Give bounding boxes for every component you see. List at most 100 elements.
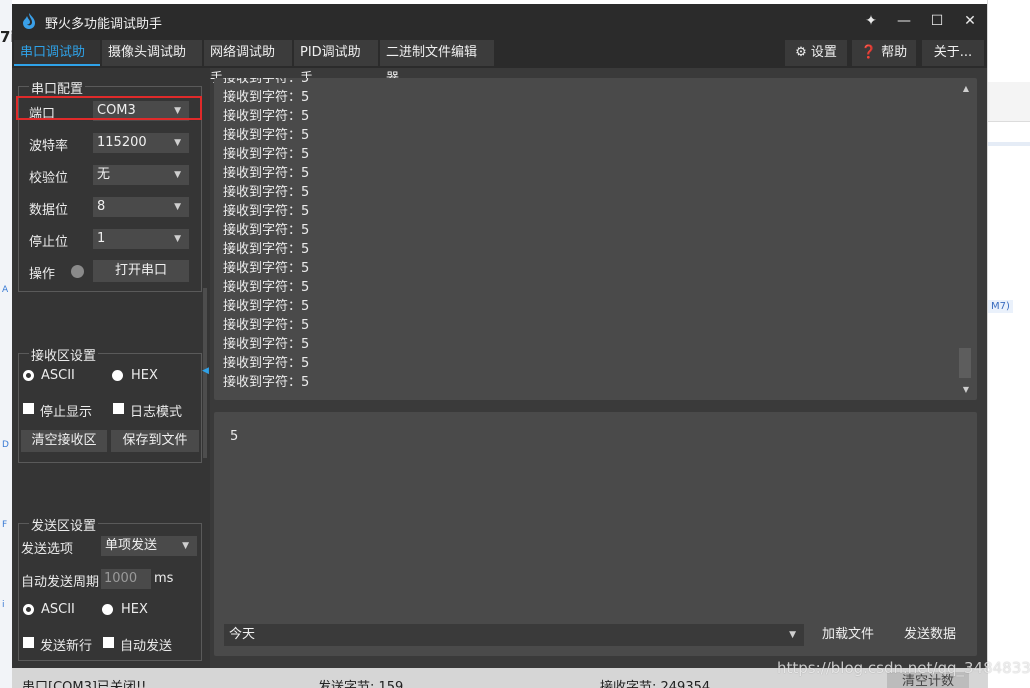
help-label: 帮助: [881, 45, 908, 60]
stop-display-checkbox[interactable]: [23, 403, 34, 414]
background-mark: F: [2, 520, 8, 530]
send-settings-title: 发送区设置: [29, 515, 99, 534]
send-ascii-label: ASCII: [41, 602, 75, 617]
window-title: 野火多功能调试助手: [45, 17, 163, 32]
left-settings-panel: 串口配置 端口 COM3 ▼ 波特率 115200 ▼ 校验位 无 ▼ 数据位 …: [12, 68, 210, 668]
send-ascii-radio[interactable]: [23, 604, 34, 615]
send-history-select[interactable]: 今天 ▼: [224, 624, 804, 646]
parity-label: 校验位: [29, 171, 69, 186]
receive-line: 接收到字符：5: [223, 280, 310, 295]
receive-line: 接收到字符：5: [223, 261, 310, 276]
log-mode-label: 日志模式: [130, 405, 183, 420]
help-icon: ❓: [860, 45, 878, 60]
background-right-text: M7): [988, 300, 1013, 313]
receive-text-area[interactable]: 接收到字符：5 接收到字符：5 接收到字符：5 接收到字符：5 接收到字符：5 接收到字符…: [214, 78, 977, 400]
baud-value: 115200: [97, 135, 147, 150]
receive-line: 接收到字符：5: [223, 90, 310, 105]
app-window: 野火多功能调试助手 ✦ — ☐ ✕ 串口调试助手 摄像头调试助手 网络调试助手 …: [12, 4, 987, 688]
recv-hex-radio[interactable]: [112, 370, 123, 381]
serial-config-title: 串口配置: [29, 78, 86, 97]
receive-settings-title: 接收区设置: [29, 345, 99, 364]
background-divider: [988, 142, 1030, 146]
clear-receive-button[interactable]: 清空接收区: [21, 430, 107, 452]
stopbits-select[interactable]: 1 ▼: [93, 229, 189, 249]
title-bar[interactable]: 野火多功能调试助手 ✦ — ☐ ✕: [12, 4, 987, 38]
settings-button[interactable]: ⚙ 设置: [785, 40, 847, 66]
send-newline-checkbox[interactable]: [23, 637, 34, 648]
tab-network-debug[interactable]: 网络调试助手: [204, 40, 292, 86]
collapse-arrow-icon[interactable]: ◀: [202, 366, 209, 376]
databits-value: 8: [97, 199, 106, 214]
auto-period-label: 自动发送周期: [21, 575, 100, 590]
background-desktop-right: M7): [987, 0, 1030, 688]
background-mark: D: [2, 440, 9, 450]
databits-select[interactable]: 8 ▼: [93, 197, 189, 217]
baud-label: 波特率: [29, 139, 69, 154]
gear-icon: ⚙: [795, 45, 807, 60]
receive-lines: 接收到字符：5 接收到字符：5 接收到字符：5 接收到字符：5 接收到字符：5 接收到字符…: [223, 78, 309, 392]
send-hex-radio[interactable]: [102, 604, 113, 615]
watermark-text: https://blog.csdn.net/qq_34848334: [777, 659, 1030, 677]
port-highlight-annotation: [16, 96, 202, 120]
tab-pid-debug[interactable]: PID调试助手: [294, 40, 378, 86]
receive-scrollbar-thumb[interactable]: [959, 348, 971, 378]
send-option-label: 发送选项: [21, 542, 74, 557]
receive-line: 接收到字符：5: [223, 337, 310, 352]
receive-line: 接收到字符：5: [223, 356, 310, 371]
send-option-select[interactable]: 单项发送 ▼: [101, 536, 197, 556]
stopbits-value: 1: [97, 231, 106, 246]
tab-binary-editor[interactable]: 二进制文件编辑器: [380, 40, 494, 86]
parity-select[interactable]: 无 ▼: [93, 165, 189, 185]
chevron-down-icon: ▼: [174, 202, 181, 212]
receive-line: 接收到字符：5: [223, 185, 310, 200]
send-data-button[interactable]: 发送数据: [894, 624, 966, 646]
open-port-button[interactable]: 打开串口: [93, 260, 189, 282]
receive-line: 接收到字符：5: [223, 109, 310, 124]
send-history-value: 今天: [229, 627, 256, 642]
help-button[interactable]: ❓ 帮助: [852, 40, 916, 66]
send-option-value: 单项发送: [105, 538, 158, 553]
receive-line: 接收到字符：5: [223, 318, 310, 333]
send-hex-label: HEX: [121, 602, 148, 617]
settings-label: 设置: [810, 45, 837, 60]
parity-value: 无: [97, 167, 111, 182]
period-unit-label: ms: [154, 571, 174, 586]
receive-line: 接收到字符：5: [223, 128, 310, 143]
maximize-button[interactable]: ☐: [924, 10, 950, 32]
receive-line: 接收到字符：5: [223, 299, 310, 314]
scroll-down-icon[interactable]: ▼: [963, 385, 969, 394]
send-text-content: 5: [230, 429, 239, 444]
tab-camera-debug[interactable]: 摄像头调试助手: [102, 40, 202, 86]
auto-period-input[interactable]: 1000: [101, 569, 151, 589]
chevron-down-icon: ▼: [789, 630, 796, 640]
send-newline-label: 发送新行: [40, 639, 93, 654]
chevron-down-icon: ▼: [174, 234, 181, 244]
recv-hex-label: HEX: [131, 368, 158, 383]
receive-line: 接收到字符：5: [223, 242, 310, 257]
receive-line: 接收到字符：5: [223, 166, 310, 181]
send-text-area[interactable]: 5 今天 ▼ 加载文件 发送数据: [214, 412, 977, 656]
scroll-up-icon[interactable]: ▲: [963, 84, 969, 93]
close-button[interactable]: ✕: [957, 10, 983, 32]
auto-send-label: 自动发送: [120, 639, 173, 654]
databits-label: 数据位: [29, 203, 69, 218]
about-button[interactable]: 关于...: [922, 40, 984, 66]
pin-button[interactable]: ✦: [858, 10, 884, 32]
port-state-text: 串口[COM3]已关闭!!: [22, 680, 147, 688]
log-mode-checkbox[interactable]: [113, 403, 124, 414]
chevron-down-icon: ▼: [182, 541, 189, 551]
minimize-button[interactable]: —: [891, 10, 917, 32]
recv-ascii-radio[interactable]: [23, 370, 34, 381]
tab-serial-debug[interactable]: 串口调试助手: [14, 40, 100, 86]
baud-select[interactable]: 115200 ▼: [93, 133, 189, 153]
operation-label: 操作: [29, 267, 56, 282]
save-to-file-button[interactable]: 保存到文件: [111, 430, 199, 452]
receive-settings-group: 接收区设置 ASCII HEX 停止显示 日志模式 清空接收区 保存到文件: [18, 345, 202, 463]
sent-bytes-text: 发送字节: 159: [318, 680, 404, 688]
auto-send-checkbox[interactable]: [103, 637, 114, 648]
send-settings-group: 发送区设置 发送选项 单项发送 ▼ 自动发送周期 1000 ms ASCII H…: [18, 515, 202, 661]
receive-line: 接收到字符：5: [223, 375, 310, 390]
chevron-down-icon: ▼: [174, 170, 181, 180]
stopbits-label: 停止位: [29, 235, 69, 250]
load-file-button[interactable]: 加载文件: [812, 624, 884, 646]
